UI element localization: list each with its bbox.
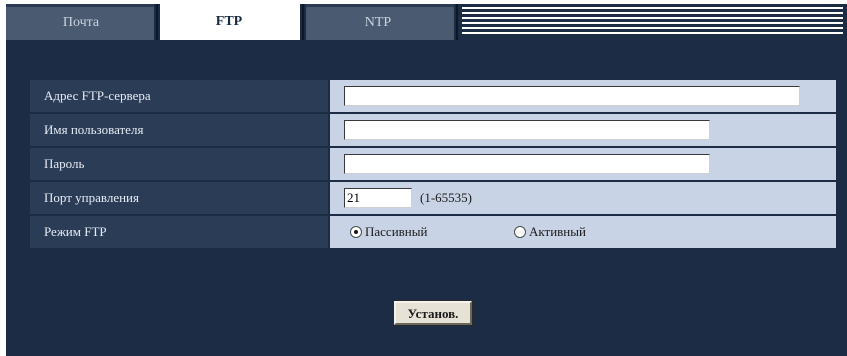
passive-mode-option[interactable]: Пассивный <box>350 216 427 248</box>
server-address-label: Адрес FTP-сервера <box>30 80 328 112</box>
tab-bar: Почта FTP NTP <box>6 4 847 40</box>
ftp-settings-form: Адрес FTP-сервера Имя пользователя Парол… <box>30 80 842 250</box>
passive-radio-icon[interactable] <box>350 226 362 239</box>
control-port-cell: (1-65535) <box>330 182 836 214</box>
tab-ntp[interactable]: NTP <box>302 4 454 40</box>
tab-ftp[interactable]: FTP <box>156 4 302 40</box>
password-cell <box>330 148 836 180</box>
active-mode-option[interactable]: Активный <box>514 216 586 248</box>
username-cell <box>330 114 836 146</box>
tab-divider <box>454 4 460 40</box>
tab-mail[interactable]: Почта <box>6 4 156 40</box>
active-radio-icon[interactable] <box>514 226 526 239</box>
tab-divider <box>300 4 306 40</box>
password-row: Пароль <box>30 148 842 180</box>
username-row: Имя пользователя <box>30 114 842 146</box>
server-address-input[interactable] <box>344 86 800 106</box>
tab-divider <box>154 4 160 40</box>
active-mode-label: Активный <box>529 224 586 239</box>
password-input[interactable] <box>344 154 710 174</box>
ftp-mode-row: Режим FTP Пассивный Активный <box>30 216 842 248</box>
username-label: Имя пользователя <box>30 114 328 146</box>
passive-mode-label: Пассивный <box>365 224 428 239</box>
tab-bar-decoration <box>462 7 843 37</box>
username-input[interactable] <box>344 120 710 140</box>
password-label: Пароль <box>30 148 328 180</box>
server-address-cell <box>330 80 836 112</box>
control-port-label: Порт управления <box>30 182 328 214</box>
port-range-hint: (1-65535) <box>420 190 472 205</box>
control-port-input[interactable] <box>344 188 412 208</box>
ftp-mode-label: Режим FTP <box>30 216 328 248</box>
server-address-row: Адрес FTP-сервера <box>30 80 842 112</box>
control-port-row: Порт управления (1-65535) <box>30 182 842 214</box>
set-button[interactable]: Установ. <box>393 300 473 326</box>
ftp-mode-cell: Пассивный Активный <box>330 216 836 248</box>
